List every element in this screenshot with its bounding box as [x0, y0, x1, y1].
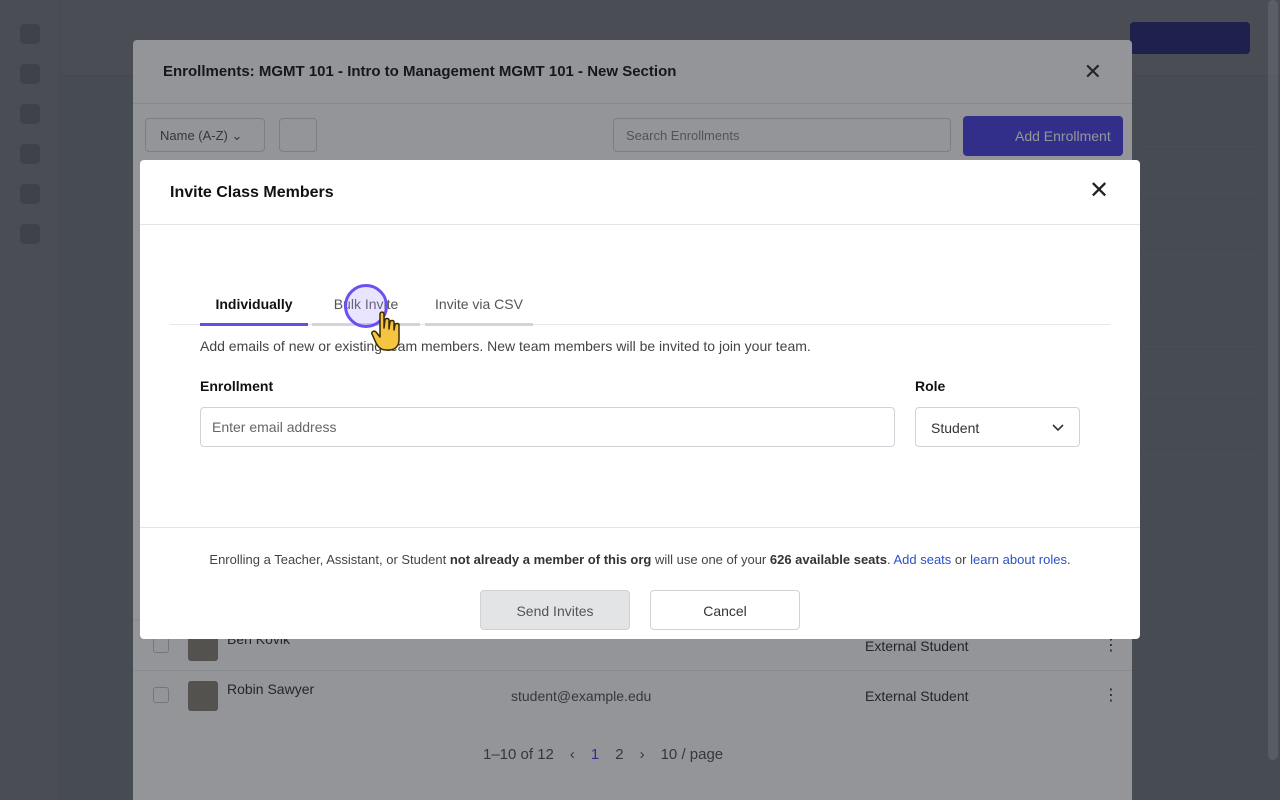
tab-description: Add emails of new or existing team membe… — [200, 338, 811, 354]
tab-indicator — [200, 323, 308, 326]
send-invites-button[interactable]: Send Invites — [480, 590, 630, 630]
tab-invite-via-csv[interactable]: Invite via CSV — [425, 288, 533, 326]
hand-pointer-icon — [371, 311, 400, 351]
role-select[interactable]: Student — [915, 407, 1080, 447]
seat-note-text: . — [1066, 552, 1071, 567]
seat-note-text: Enrolling a Teacher, Assistant, or Stude… — [209, 552, 450, 567]
available-seats-count: 626 available seats — [769, 552, 887, 567]
scrollbar[interactable] — [1268, 0, 1278, 760]
chevron-down-icon — [1052, 424, 1064, 432]
seat-note-emphasis: not already a member of this org — [449, 552, 652, 567]
role-label: Role — [915, 378, 946, 394]
invite-modal: Invite Class Members ✕ Individually Bulk… — [140, 160, 1140, 639]
seat-note-text: or — [951, 552, 971, 567]
seat-note: Enrolling a Teacher, Assistant, or Stude… — [140, 552, 1140, 567]
enrollment-label: Enrollment — [200, 378, 274, 394]
tab-label: Individually — [215, 296, 293, 312]
seat-note-text: will use one of your — [651, 552, 770, 567]
modal-footer: Enrolling a Teacher, Assistant, or Stude… — [140, 527, 1140, 639]
invite-tabs: Individually Bulk Invite Invite via CSV — [170, 288, 1110, 326]
close-icon[interactable]: ✕ — [1088, 179, 1110, 203]
cancel-button[interactable]: Cancel — [650, 590, 800, 630]
tab-label: Invite via CSV — [435, 296, 523, 312]
tab-individually[interactable]: Individually — [200, 288, 308, 326]
tab-indicator — [425, 323, 533, 326]
role-value: Student — [931, 420, 980, 436]
modal-title: Invite Class Members — [170, 184, 334, 201]
add-seats-link[interactable]: Add seats — [893, 552, 951, 567]
learn-about-roles-link[interactable]: learn about roles — [970, 552, 1067, 567]
modal-header: Invite Class Members ✕ — [140, 160, 1140, 225]
email-input[interactable] — [200, 407, 895, 447]
